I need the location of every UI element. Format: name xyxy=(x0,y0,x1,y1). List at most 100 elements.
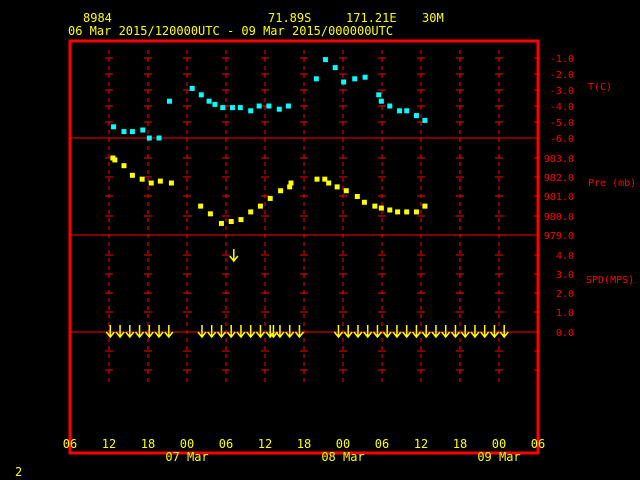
pressure-point xyxy=(314,176,320,182)
wind-arrow xyxy=(343,325,353,339)
time-range: 06 Mar 2015/120000UTC - 09 Mar 2015/0000… xyxy=(68,24,393,38)
wind-arrow xyxy=(460,325,470,339)
wind-arrow xyxy=(134,325,145,339)
pressure-point xyxy=(372,203,378,209)
temperature-point xyxy=(341,79,347,85)
wind-arrow xyxy=(499,325,509,339)
pressure-point xyxy=(129,172,135,178)
x-tick-label: 00 xyxy=(492,437,506,451)
pressure-y-tick-label: 981.0 xyxy=(544,192,574,203)
wind-y-tick-label: 4.0 xyxy=(556,251,574,262)
temperature-point xyxy=(212,101,218,107)
pressure-axis-label: Pre (mb) xyxy=(588,178,636,189)
pressure-point xyxy=(404,209,410,215)
wind-arrow xyxy=(236,325,246,339)
temperature-y-tick-label: -5.0 xyxy=(550,118,574,129)
temperature-point xyxy=(237,105,243,111)
pressure-point xyxy=(288,180,294,186)
wind-arrow xyxy=(421,325,431,339)
station-id: 8984 xyxy=(83,11,112,25)
plot-frame xyxy=(68,39,540,455)
pressure-point xyxy=(343,188,349,194)
meteogram-chart: 8984 71.89S 171.21E 30M 06 Mar 2015/1200… xyxy=(15,11,636,479)
pressure-point xyxy=(422,203,428,209)
x-tick-label: 18 xyxy=(453,437,467,451)
pressure-y-tick-label: 980.0 xyxy=(544,212,574,223)
x-tick-label: 18 xyxy=(141,437,155,451)
pressure-point xyxy=(168,180,174,186)
pressure-point xyxy=(361,199,367,205)
temperature-point xyxy=(313,76,319,82)
wind-arrow xyxy=(197,325,207,339)
pressure-point xyxy=(139,176,145,182)
x-tick-label: 06 xyxy=(219,437,233,451)
wind-arrow xyxy=(470,325,480,339)
wind-arrow xyxy=(216,325,227,339)
wind-y-tick-label: 1.0 xyxy=(556,308,574,319)
temperature-point xyxy=(352,76,358,82)
temperature-y-tick-label: -3.0 xyxy=(550,86,574,97)
date-label: 08 Mar xyxy=(321,450,364,464)
pressure-y-tick-label: 982.0 xyxy=(544,173,574,184)
temperature-point xyxy=(413,113,419,119)
wind-arrow xyxy=(480,325,490,339)
pressure-point xyxy=(278,188,284,194)
temperature-point xyxy=(111,124,117,130)
temperature-y-tick-label: -6.0 xyxy=(550,134,574,145)
x-tick-label: 06 xyxy=(531,437,545,451)
wind-arrow xyxy=(229,249,239,263)
wind-arrow xyxy=(125,325,135,339)
pressure-point xyxy=(354,194,360,199)
wind-arrow xyxy=(489,325,500,339)
temperature-point xyxy=(376,92,382,98)
wind-arrow xyxy=(441,325,451,339)
wind-arrow xyxy=(164,325,174,339)
wind-arrow xyxy=(450,325,461,339)
temperature-point xyxy=(276,106,282,112)
pressure-point xyxy=(238,217,244,223)
temperature-y-tick-label: -1.0 xyxy=(550,54,574,65)
temperature-point xyxy=(129,129,135,135)
temperature-point xyxy=(198,92,204,98)
y-axis-labels: -1.0 -2.0 -3.0 -4.0 -5.0 -6.0 T(C) 983.0 982.0 98… xyxy=(544,54,636,339)
wind-arrow xyxy=(154,325,164,339)
temperature-point xyxy=(285,103,291,109)
pressure-point xyxy=(198,203,204,209)
wind-arrow xyxy=(372,325,383,339)
pressure-point xyxy=(228,219,234,225)
temperature-y-tick-label: -2.0 xyxy=(550,70,574,81)
temperature-point xyxy=(206,98,212,104)
wind-arrow xyxy=(275,325,285,339)
pressure-y-tick-label: 979.0 xyxy=(544,231,574,242)
wind-axis-label: SPD(MPS) xyxy=(586,275,634,286)
temperature-point xyxy=(146,135,152,141)
pressure-point xyxy=(207,211,213,217)
date-label: 09 Mar xyxy=(477,450,520,464)
temperature-point xyxy=(166,98,172,104)
wind-arrow xyxy=(144,325,154,339)
pressure-point xyxy=(218,220,224,226)
wind-arrow xyxy=(246,325,256,339)
x-tick-label: 06 xyxy=(63,437,77,451)
date-label: 07 Mar xyxy=(165,450,208,464)
temperature-point xyxy=(266,103,272,109)
temperature-point xyxy=(256,103,262,109)
wind-arrow xyxy=(255,325,266,339)
data-marks xyxy=(105,57,509,339)
wind-y-tick-label: 2.0 xyxy=(556,289,574,300)
wind-arrow xyxy=(392,325,402,339)
elevation: 30M xyxy=(422,11,444,25)
temperature-point xyxy=(422,117,428,123)
x-tick-label: 00 xyxy=(180,437,194,451)
x-tick-label: 12 xyxy=(414,437,428,451)
wind-arrow xyxy=(285,325,295,339)
pressure-point xyxy=(413,209,419,215)
temperature-point xyxy=(404,108,410,114)
wind-arrow xyxy=(115,325,125,339)
wind-arrow xyxy=(226,325,236,339)
temperature-point xyxy=(230,105,235,111)
pressure-point xyxy=(248,209,254,215)
wind-arrow xyxy=(294,325,305,339)
wind-arrow xyxy=(353,325,363,339)
x-tick-label: 06 xyxy=(375,437,389,451)
